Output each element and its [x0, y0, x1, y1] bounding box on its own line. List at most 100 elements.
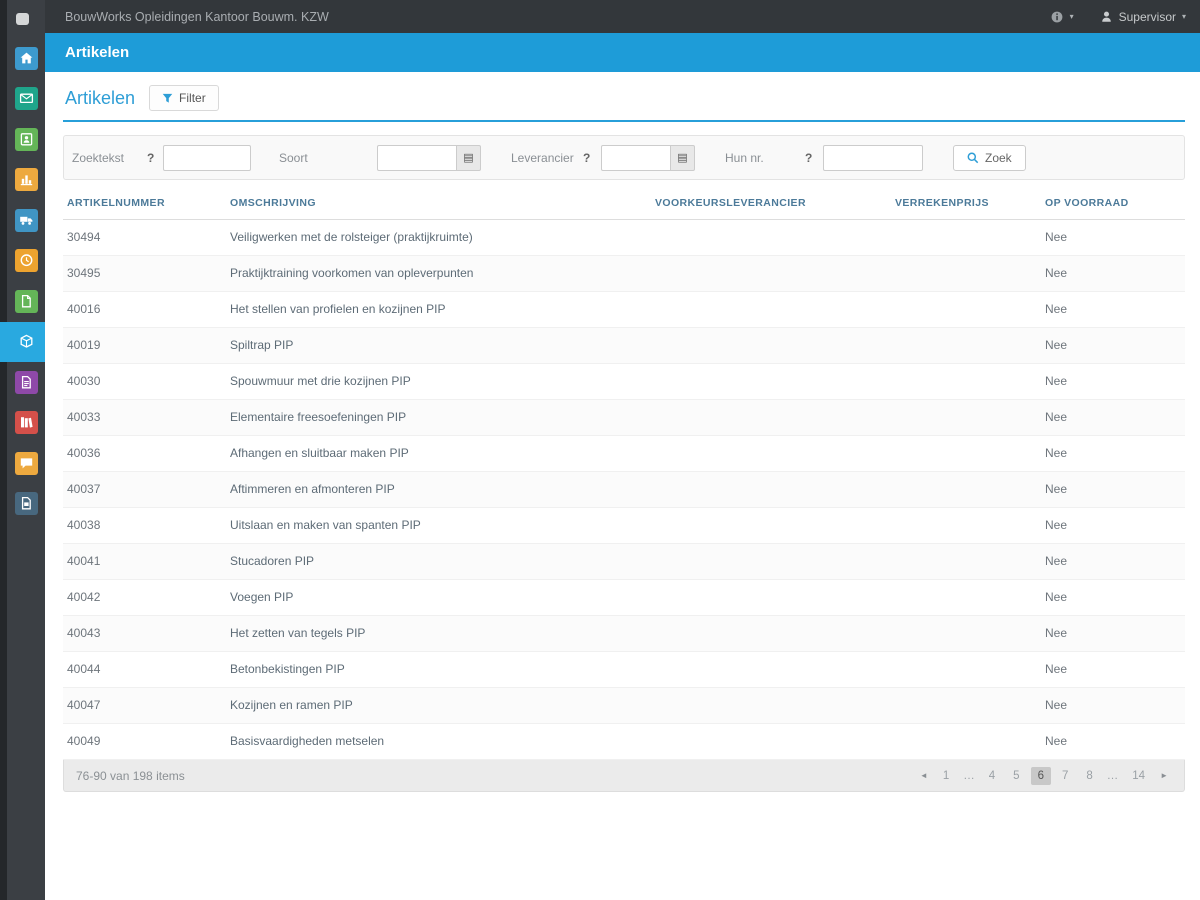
help-icon: ? — [583, 150, 591, 165]
cell-op-voorraad: Nee — [1041, 543, 1185, 580]
pagination-page-7[interactable]: 7 — [1055, 767, 1075, 785]
sidebar-item-archive[interactable] — [0, 484, 45, 525]
zoektekst-input[interactable] — [163, 144, 251, 171]
cell-verrekenprijs — [891, 687, 1041, 724]
cell-verrekenprijs — [891, 291, 1041, 328]
table-row[interactable]: 40038 Uitslaan en maken van spanten PIP Ne… — [63, 507, 1185, 544]
sidebar-item-messages[interactable] — [0, 443, 45, 484]
cell-omschrijving: Elementaire freesoefeningen PIP — [226, 399, 651, 436]
cell-op-voorraad: Nee — [1041, 291, 1185, 328]
cell-op-voorraad: Nee — [1041, 507, 1185, 544]
books-icon — [14, 411, 38, 435]
cell-artikelnummer: 40042 — [63, 579, 226, 616]
table-row[interactable]: 40044 Betonbekistingen PIP Nee — [63, 651, 1185, 688]
pagination-next-button[interactable]: ► — [1156, 768, 1172, 783]
cell-artikelnummer: 30494 — [63, 219, 226, 256]
cell-op-voorraad: Nee — [1041, 399, 1185, 436]
sidebar-item-library[interactable] — [0, 403, 45, 444]
sidebar-item-planning[interactable] — [0, 241, 45, 282]
column-header-voorkeursleverancier[interactable]: Voorkeursleverancier — [651, 188, 891, 220]
pagination-prev-button[interactable]: ◄ — [916, 768, 932, 783]
soort-label: Soort — [279, 150, 308, 165]
cell-voorkeursleverancier — [651, 399, 891, 436]
soort-lookup-button[interactable]: ▤ — [457, 144, 481, 171]
sidebar-item-documents[interactable] — [0, 281, 45, 322]
pagination: ◄ 1 … 4 5 6 7 8 … 14 ► — [916, 766, 1172, 785]
leverancier-lookup-button[interactable]: ▤ — [671, 144, 695, 171]
cell-verrekenprijs — [891, 327, 1041, 364]
cell-omschrijving: Aftimmeren en afmonteren PIP — [226, 471, 651, 508]
cell-artikelnummer: 40016 — [63, 291, 226, 328]
column-header-omschrijving[interactable]: Omschrijving — [226, 188, 651, 220]
column-header-op-voorraad[interactable]: Op voorraad — [1041, 188, 1185, 220]
filter-button[interactable]: Filter — [149, 85, 219, 111]
cell-voorkeursleverancier — [651, 255, 891, 292]
cell-voorkeursleverancier — [651, 219, 891, 256]
sidebar-item-reports[interactable] — [0, 160, 45, 201]
column-header-artikelnummer[interactable]: Artikelnummer — [63, 188, 226, 220]
table-row[interactable]: 30495 Praktijktraining voorkomen van ople… — [63, 255, 1185, 292]
sidebar-item-home[interactable] — [0, 38, 45, 79]
cell-verrekenprijs — [891, 615, 1041, 652]
menu-toggle-button[interactable] — [0, 0, 45, 38]
cell-artikelnummer: 40038 — [63, 507, 226, 544]
sidebar-item-relations[interactable] — [0, 119, 45, 160]
cell-verrekenprijs — [891, 723, 1041, 760]
pagination-page-6[interactable]: 6 — [1030, 766, 1051, 785]
cell-verrekenprijs — [891, 255, 1041, 292]
table-row[interactable]: 40041 Stucadoren PIP Nee — [63, 543, 1185, 580]
table-row[interactable]: 40042 Voegen PIP Nee — [63, 579, 1185, 616]
cell-op-voorraad: Nee — [1041, 471, 1185, 508]
hunnr-input[interactable] — [823, 144, 923, 171]
table-row[interactable]: 40036 Afhangen en sluitbaar maken PIP Nee — [63, 435, 1185, 472]
list-icon: ▤ — [463, 151, 474, 164]
leverancier-input[interactable] — [601, 144, 671, 171]
pagination-page-4[interactable]: 4 — [982, 767, 1002, 785]
search-button-label: Zoek — [985, 150, 1012, 165]
cell-voorkeursleverancier — [651, 471, 891, 508]
cell-artikelnummer: 40047 — [63, 687, 226, 724]
table-row[interactable]: 40033 Elementaire freesoefeningen PIP Nee — [63, 399, 1185, 436]
table-row[interactable]: 40037 Aftimmeren en afmonteren PIP Nee — [63, 471, 1185, 508]
info-menu[interactable]: ▾ — [1050, 10, 1074, 24]
table-row[interactable]: 40049 Basisvaardigheden metselen Nee — [63, 723, 1185, 760]
home-icon — [14, 46, 38, 70]
table-row[interactable]: 40043 Het zetten van tegels PIP Nee — [63, 615, 1185, 652]
menu-toggle-icon — [16, 13, 29, 25]
pagination-page-5[interactable]: 5 — [1006, 767, 1026, 785]
pagination-page-8[interactable]: 8 — [1079, 767, 1099, 785]
table-row[interactable]: 40019 Spiltrap PIP Nee — [63, 327, 1185, 364]
comment-icon — [14, 451, 38, 475]
pagination-page-1[interactable]: 1 — [936, 767, 956, 785]
help-icon: ? — [147, 150, 155, 165]
user-menu[interactable]: Supervisor ▾ — [1100, 10, 1186, 24]
sidebar-item-transport[interactable] — [0, 200, 45, 241]
search-button[interactable]: Zoek — [953, 144, 1026, 171]
cell-voorkeursleverancier — [651, 615, 891, 652]
cell-voorkeursleverancier — [651, 363, 891, 400]
table-row[interactable]: 40047 Kozijnen en ramen PIP Nee — [63, 687, 1185, 724]
table-row[interactable]: 30494 Veiligwerken met de rolsteiger (pra… — [63, 219, 1185, 256]
table-row[interactable]: 40016 Het stellen van profielen en kozijn… — [63, 291, 1185, 328]
items-summary: 76-90 van 198 items — [76, 768, 185, 783]
cell-op-voorraad: Nee — [1041, 327, 1185, 364]
cell-artikelnummer: 40043 — [63, 615, 226, 652]
sidebar-item-artikelen[interactable] — [0, 321, 45, 362]
user-name: Supervisor — [1118, 9, 1176, 24]
table-header-row: Artikelnummer Omschrijving Voorkeursleve… — [63, 188, 1185, 220]
sidebar-item-mail[interactable] — [0, 79, 45, 120]
page-header: Artikelen — [45, 33, 1200, 72]
section-title: Artikelen — [65, 87, 136, 108]
table-row[interactable]: 40030 Spouwmuur met drie kozijnen PIP Nee — [63, 363, 1185, 400]
cell-artikelnummer: 40044 — [63, 651, 226, 688]
leverancier-lookup-group: ▤ — [593, 144, 695, 171]
soort-input[interactable] — [377, 144, 457, 171]
contact-icon — [14, 127, 38, 151]
chevron-down-icon: ▾ — [1181, 12, 1186, 21]
cell-voorkeursleverancier — [651, 687, 891, 724]
pagination-page-14[interactable]: 14 — [1125, 767, 1152, 785]
sidebar-item-forms[interactable] — [0, 362, 45, 403]
list-icon: ▤ — [677, 151, 688, 164]
cell-op-voorraad: Nee — [1041, 615, 1185, 652]
column-header-verrekenprijs[interactable]: Verrekenprijs — [891, 188, 1041, 220]
